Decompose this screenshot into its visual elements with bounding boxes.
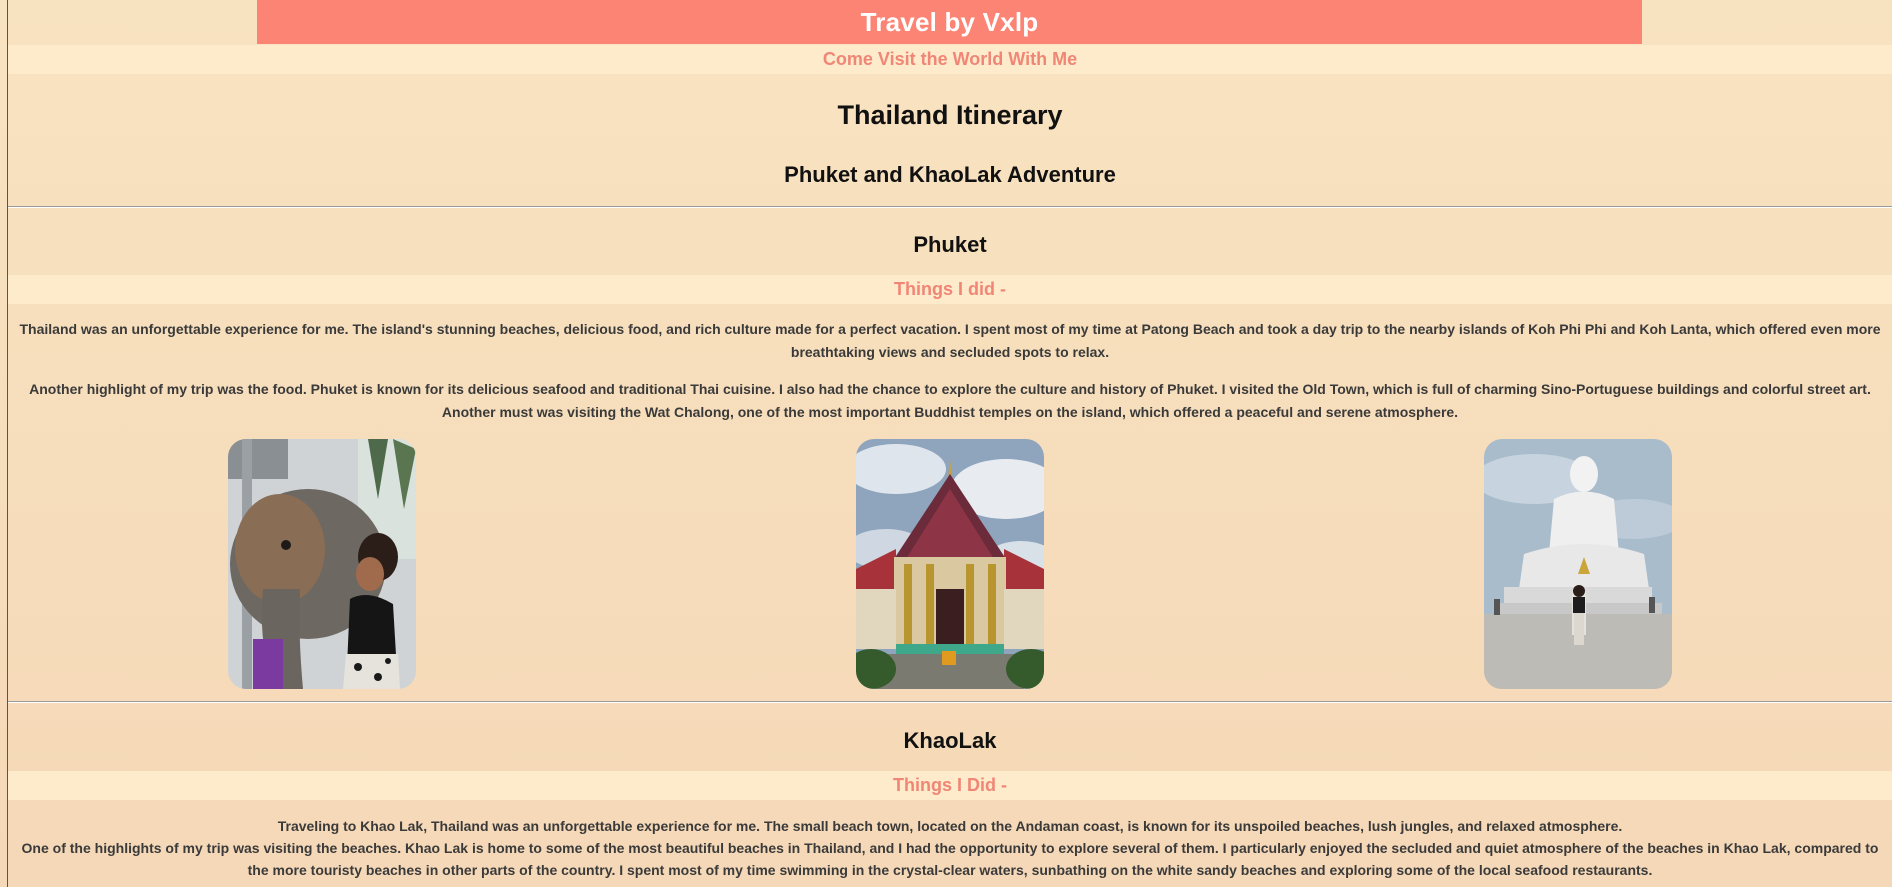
divider [8,206,1892,208]
paragraph-phuket-1: Thailand was an unforgettable experience… [19,321,1881,360]
paragraph-phuket-2: Another highlight of my trip was the foo… [29,381,1871,420]
page-subtitle: Phuket and KhaoLak Adventure [784,162,1116,187]
page-title: Thailand Itinerary [837,100,1063,130]
section-heading-khaolak: KhaoLak [903,728,997,753]
site-title: Travel by Vxlp [860,6,1039,37]
things-did-label-phuket: Things I did - [894,279,1006,299]
things-did-label-khaolak: Things I Did - [893,775,1007,795]
paragraph-khaolak-2: One of the highlights of my trip was vis… [21,840,1879,878]
tagline: Come Visit the World With Me [822,49,1078,69]
site-header: Travel by Vxlp [257,0,1642,44]
elephant-photo [228,439,416,689]
temple-photo [856,439,1044,689]
section-heading-phuket: Phuket [913,232,987,257]
things-did-band-khaolak: Things I Did - [8,771,1892,800]
tagline-band: Come Visit the World With Me [8,45,1892,74]
divider [8,701,1892,703]
big-buddha-photo [1484,439,1672,689]
things-did-band-phuket: Things I did - [8,275,1892,304]
paragraph-khaolak-1: Traveling to Khao Lak, Thailand was an u… [277,818,1623,834]
